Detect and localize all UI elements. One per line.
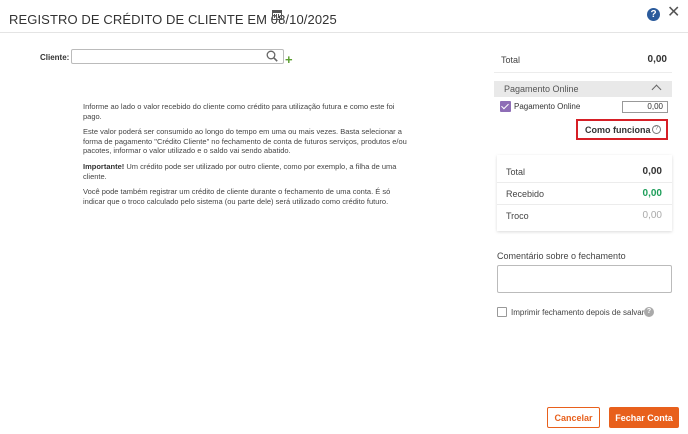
summary-troco-value: 0,00 bbox=[642, 210, 662, 221]
info-important-label: Importante! bbox=[83, 161, 125, 171]
total-top-label: Total bbox=[501, 55, 521, 65]
page-title: REGISTRO DE CRÉDITO DE CLIENTE EM 08/10/… bbox=[9, 12, 337, 27]
info-paragraph-4: Você pode também registrar um crédito de… bbox=[83, 187, 391, 206]
pagamento-online-checkbox[interactable] bbox=[500, 101, 511, 112]
como-funciona-link[interactable]: Como funciona ? bbox=[576, 119, 668, 140]
modal-header: REGISTRO DE CRÉDITO DE CLIENTE EM 08/10/… bbox=[0, 0, 688, 33]
pagamento-online-title: Pagamento Online bbox=[504, 84, 579, 94]
summary-card: Total 0,00 Recebido 0,00 Troco 0,00 bbox=[497, 155, 672, 231]
cliente-label: Cliente: bbox=[40, 53, 70, 62]
summary-recebido-value: 0,00 bbox=[642, 188, 662, 199]
pagamento-online-amount[interactable]: 0,00 bbox=[622, 101, 668, 113]
info-paragraph-2: Este valor poderá ser consumido ao longo… bbox=[83, 127, 407, 156]
summary-row-recebido: Recebido 0,00 bbox=[497, 183, 672, 205]
summary-total-label: Total bbox=[506, 167, 526, 177]
comentario-label: Comentário sobre o fechamento bbox=[497, 251, 626, 261]
close-icon[interactable]: ✕ bbox=[667, 5, 680, 21]
total-top-value: 0,00 bbox=[647, 54, 667, 65]
cancel-button[interactable]: Cancelar bbox=[547, 407, 600, 428]
cliente-input[interactable] bbox=[71, 49, 284, 64]
fechar-conta-button[interactable]: Fechar Conta bbox=[609, 407, 679, 428]
search-icon[interactable] bbox=[266, 50, 278, 62]
question-icon: ? bbox=[652, 125, 661, 134]
add-client-icon[interactable]: + bbox=[285, 53, 293, 66]
total-top: Total 0,00 bbox=[494, 45, 672, 73]
summary-total-value: 0,00 bbox=[642, 166, 662, 177]
imprimir-checkbox[interactable] bbox=[497, 307, 507, 317]
comentario-textarea[interactable] bbox=[497, 265, 672, 293]
info-paragraph-3: Importante! Um crédito pode ser utilizad… bbox=[83, 162, 413, 181]
como-funciona-label: Como funciona bbox=[585, 125, 651, 135]
imprimir-label: Imprimir fechamento depois de salvar bbox=[511, 308, 645, 317]
calendar-icon[interactable] bbox=[272, 10, 282, 20]
pagamento-online-header[interactable]: Pagamento Online bbox=[494, 81, 672, 97]
info-paragraph-1: Informe ao lado o valor recebido do clie… bbox=[83, 102, 395, 121]
summary-recebido-label: Recebido bbox=[506, 189, 545, 199]
info-important-text: Um crédito pode ser utilizado por outro … bbox=[83, 161, 397, 181]
help-icon[interactable]: ? bbox=[647, 8, 660, 21]
info-text: Informe ao lado o valor recebido do clie… bbox=[83, 102, 413, 212]
chevron-up-icon[interactable] bbox=[651, 84, 662, 95]
summary-troco-label: Troco bbox=[506, 211, 529, 221]
summary-row-total: Total 0,00 bbox=[497, 161, 672, 183]
summary-row-troco: Troco 0,00 bbox=[497, 205, 672, 227]
imprimir-help-icon[interactable]: ? bbox=[644, 307, 654, 317]
pagamento-online-label: Pagamento Online bbox=[514, 102, 581, 111]
